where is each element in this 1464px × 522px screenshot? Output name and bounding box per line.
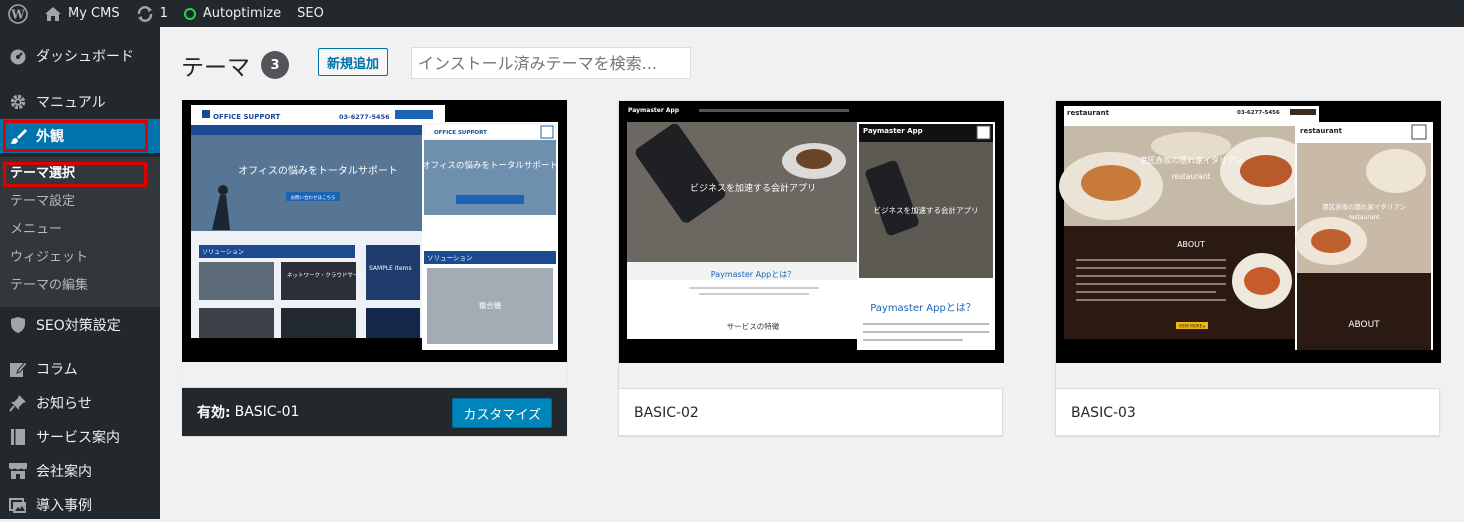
site-name: My CMS (68, 6, 120, 21)
preview-card2: SAMPLE Items (369, 265, 412, 272)
theme-screenshot[interactable]: OFFICE SUPPORT 03-6277-5456 オフィスの悩みをトータル… (182, 100, 567, 362)
theme-screenshot[interactable]: Paymaster App ビジネスを加速する会計アプリ Paymaster A… (619, 101, 1004, 363)
sidebar-item-seo[interactable]: SEO対策設定 (0, 308, 160, 342)
sidebar-item-column[interactable]: コラム (0, 352, 160, 386)
wordpress-logo-icon[interactable]: W (0, 0, 36, 27)
preview-hero: ビジネスを加速する会計アプリ (690, 182, 816, 194)
updates-link[interactable]: 1 (128, 0, 176, 27)
sidebar-item-label: サービス案内 (36, 430, 120, 446)
theme-footer: BASIC-02 (619, 389, 1004, 437)
edit-icon (0, 360, 36, 378)
preview-hero-sub-mobile: restaurant (1348, 214, 1380, 221)
book-icon (0, 428, 36, 446)
svg-text:W: W (10, 7, 25, 21)
preview-brand: Paymaster App (628, 107, 680, 114)
sidebar-item-label: マニュアル (36, 95, 106, 111)
preview-mobile-about: ABOUT (1348, 320, 1380, 330)
preview-brand: restaurant (1067, 109, 1110, 117)
preview-hero-mobile: ビジネスを加速する会計アプリ (874, 205, 979, 215)
sidebar-item-label: コラム (36, 362, 78, 378)
preview-about: Paymaster Appとは？ (711, 270, 795, 279)
sidebar-item-manual[interactable]: マニュアル (0, 85, 160, 119)
customize-button[interactable]: カスタマイズ (452, 398, 552, 428)
autoptimize-label: Autoptimize (202, 6, 282, 21)
theme-count-badge: 3 (261, 51, 289, 79)
preview-hero-sub: restaurant (1171, 172, 1210, 181)
preview-hero: オフィスの悩みをトータルサポート (238, 164, 398, 177)
theme-screenshot[interactable]: restaurant 03-6277-5456 港区赤坂の隠れ家イタリアン re… (1056, 101, 1441, 363)
theme-footer: 有効: BASIC-01 カスタマイズ (182, 388, 567, 436)
theme-name: BASIC-02 (634, 405, 699, 421)
store-icon (0, 462, 36, 480)
theme-card-basic-02[interactable]: Paymaster App ビジネスを加速する会計アプリ Paymaster A… (618, 100, 1004, 437)
site-name-link[interactable]: My CMS (36, 0, 128, 27)
seo-link[interactable]: SEO (289, 0, 332, 27)
active-label: 有効: (197, 405, 231, 421)
preview-hero-mobile: オフィスの悩みをトータルサポート (422, 160, 558, 171)
pin-icon (0, 394, 36, 412)
admin-bar: W My CMS 1 Autoptimize SEO (0, 0, 1464, 27)
seo-label: SEO (297, 6, 324, 21)
theme-footer: BASIC-03 (1056, 389, 1441, 437)
preview-feature: サービスの特徴 (727, 321, 780, 331)
preview-phone: 03-6277-5456 (1237, 110, 1280, 116)
theme-name: BASIC-03 (1071, 405, 1136, 421)
preview-section-mobile: ソリューション (427, 254, 472, 262)
sidebar-item-label: 導入事例 (36, 498, 92, 514)
preview-brand: OFFICE SUPPORT (213, 113, 280, 121)
shield-icon (0, 316, 36, 334)
highlight-box (3, 120, 148, 152)
gallery-icon (0, 496, 36, 514)
highlight-box (3, 162, 147, 187)
sidebar-item-services[interactable]: サービス案内 (0, 420, 160, 454)
screenshot-divider (619, 363, 1004, 389)
theme-search-input[interactable] (411, 47, 691, 79)
preview-brand-mobile: OFFICE SUPPORT (434, 130, 487, 136)
preview-brand-mobile: restaurant (1300, 127, 1343, 135)
theme-name: BASIC-01 (234, 404, 300, 420)
page-title: テーマ (181, 55, 250, 81)
preview-hero: 港区赤坂の隠れ家イタリアン (1139, 155, 1242, 165)
theme-card-basic-01[interactable]: OFFICE SUPPORT 03-6277-5456 オフィスの悩みをトータル… (182, 100, 567, 436)
preview-about: ABOUT (1177, 240, 1205, 249)
updates-count: 1 (159, 6, 168, 21)
add-new-button[interactable]: 新規追加 (318, 48, 389, 76)
sidebar-item-label: お知らせ (36, 396, 92, 412)
home-icon (44, 6, 62, 22)
theme-card-basic-03[interactable]: restaurant 03-6277-5456 港区赤坂の隠れ家イタリアン re… (1055, 100, 1441, 437)
preview-brand-mobile: Paymaster App (863, 127, 923, 135)
refresh-icon (136, 5, 154, 23)
submenu-theme-settings[interactable]: テーマ設定 (10, 191, 75, 213)
preview-phone: 03-6277-5456 (339, 113, 390, 121)
admin-sidebar: ダッシュボード マニュアル 外観 テーマ選択 テーマ設定 メニュー ウィジェット… (0, 27, 160, 519)
sidebar-item-news[interactable]: お知らせ (0, 386, 160, 420)
screenshot-divider (1056, 363, 1441, 389)
preview-mobile-card: 複合機 (479, 300, 502, 310)
sidebar-item-label: SEO対策設定 (36, 318, 121, 334)
preview-section: ソリューション (202, 249, 244, 256)
preview-hero-mobile: 港区赤坂の隠れ家イタリアン (1322, 202, 1406, 211)
autoptimize-link[interactable]: Autoptimize (176, 0, 289, 27)
sidebar-item-company[interactable]: 会社案内 (0, 454, 160, 488)
sidebar-item-label: 会社案内 (36, 464, 92, 480)
preview-card1: ネットワーク・クラウドサービス (287, 271, 369, 279)
preview-cta: お問い合わせはこちら (291, 194, 336, 201)
sidebar-item-label: ダッシュボード (36, 49, 134, 65)
status-dot-icon (183, 7, 196, 20)
preview-view-more: VIEW MORE ▸ (1179, 324, 1206, 329)
sidebar-item-cases[interactable]: 導入事例 (0, 488, 160, 522)
submenu-menus[interactable]: メニュー (10, 219, 62, 241)
screenshot-divider (182, 362, 567, 388)
gear-icon (0, 93, 36, 111)
submenu-theme-editor[interactable]: テーマの編集 (10, 275, 88, 297)
main-content: テーマ 3 新規追加 OFFICE SUPPORT 03-6277-5456 オ… (160, 27, 1464, 519)
submenu-widgets[interactable]: ウィジェット (10, 247, 88, 269)
sidebar-item-dashboard[interactable]: ダッシュボード (0, 39, 160, 73)
preview-mobile-about: Paymaster Appとは？ (870, 302, 976, 314)
dashboard-icon (0, 47, 36, 65)
